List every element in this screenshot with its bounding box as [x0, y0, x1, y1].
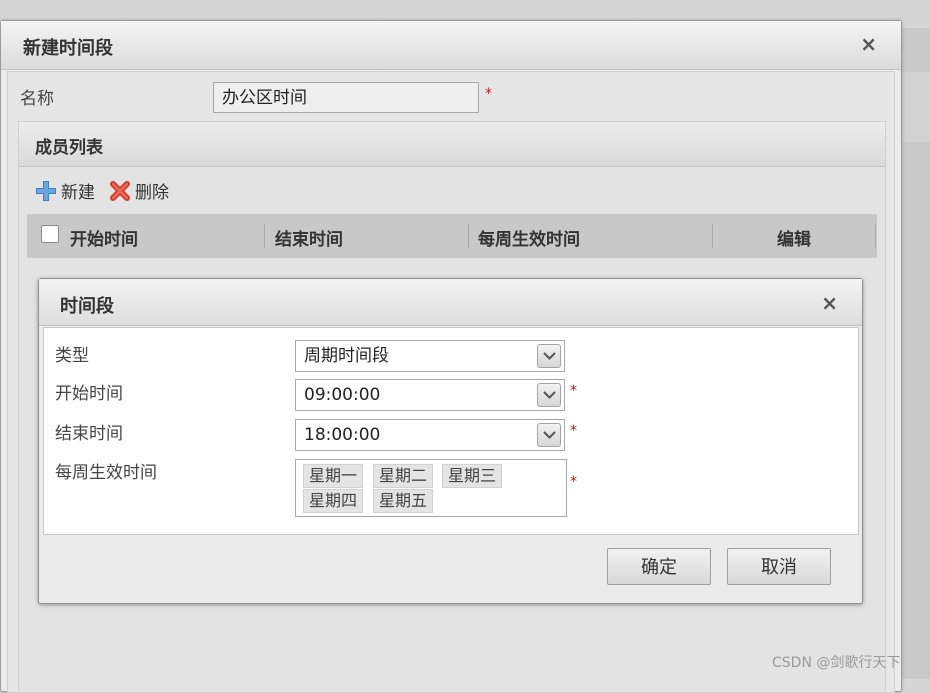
end-time-select[interactable]: 18:00:00 [295, 419, 565, 451]
chevron-down-icon[interactable] [537, 423, 561, 447]
column-divider [875, 224, 876, 248]
background-panel [900, 28, 930, 679]
column-header-end-time[interactable]: 结束时间 [275, 225, 343, 250]
members-panel-header: 成员列表 [19, 122, 885, 167]
type-label: 类型 [55, 346, 89, 366]
type-select-value: 周期时间段 [304, 346, 389, 366]
inner-dialog-form: 类型 周期时间段 开始时间 09:00:00 * 结束时间 18:00:00 *… [43, 327, 859, 535]
weekday-tag[interactable]: 星期二 [373, 464, 434, 488]
inner-dialog-title-bar: 时间段 × [39, 279, 862, 326]
required-mark: * [570, 474, 577, 490]
confirm-button[interactable]: 确定 [607, 548, 711, 585]
new-button-label: 新建 [61, 183, 95, 203]
start-time-label: 开始时间 [55, 384, 123, 404]
name-label: 名称 [20, 89, 54, 109]
weekday-tag[interactable]: 星期三 [442, 464, 503, 488]
inner-dialog-title: 时间段 [60, 296, 114, 317]
column-header-weekly-time[interactable]: 每周生效时间 [478, 225, 580, 250]
column-divider [264, 224, 265, 248]
cancel-button[interactable]: 取消 [727, 548, 831, 585]
column-header-start-time[interactable]: 开始时间 [70, 225, 138, 250]
time-period-dialog: 时间段 × 类型 周期时间段 开始时间 09:00:00 * 结束时间 18:0… [38, 278, 863, 604]
end-time-value: 18:00:00 [304, 425, 381, 445]
weekday-tag[interactable]: 星期五 [373, 489, 434, 513]
required-mark: * [570, 383, 577, 399]
x-delete-icon [110, 180, 130, 201]
required-mark: * [570, 423, 577, 439]
chevron-down-icon[interactable] [537, 383, 561, 407]
select-all-checkbox[interactable] [41, 225, 59, 243]
weekdays-multiselect[interactable]: 星期一 星期二 星期三 星期四 星期五 [295, 459, 567, 517]
members-panel-title: 成员列表 [35, 138, 103, 158]
weekday-tag[interactable]: 星期一 [303, 464, 364, 488]
column-divider [468, 224, 469, 248]
delete-button-label: 删除 [135, 183, 169, 203]
dialog-title-bar: 新建时间段 × [1, 21, 901, 70]
dialog-title: 新建时间段 [23, 38, 113, 59]
column-header-edit[interactable]: 编辑 [777, 225, 811, 250]
column-divider [712, 224, 713, 248]
close-icon[interactable]: × [860, 34, 877, 54]
weekday-tag[interactable]: 星期四 [303, 489, 364, 513]
plus-icon [36, 180, 56, 201]
start-time-select[interactable]: 09:00:00 [295, 379, 565, 411]
new-button[interactable]: 新建 [35, 178, 95, 203]
chevron-down-icon[interactable] [537, 344, 561, 368]
name-input[interactable]: 办公区时间 [213, 82, 479, 113]
delete-button[interactable]: 删除 [109, 178, 169, 203]
start-time-value: 09:00:00 [304, 385, 381, 405]
required-mark: * [485, 86, 492, 102]
background-strip [900, 72, 930, 142]
end-time-label: 结束时间 [55, 424, 123, 444]
inner-close-icon[interactable]: × [821, 293, 838, 313]
type-select[interactable]: 周期时间段 [295, 340, 565, 372]
watermark: CSDN @剑歌行天下 [772, 655, 901, 671]
weekdays-label: 每周生效时间 [55, 463, 157, 483]
table-header: 开始时间 结束时间 每周生效时间 编辑 [27, 214, 877, 258]
